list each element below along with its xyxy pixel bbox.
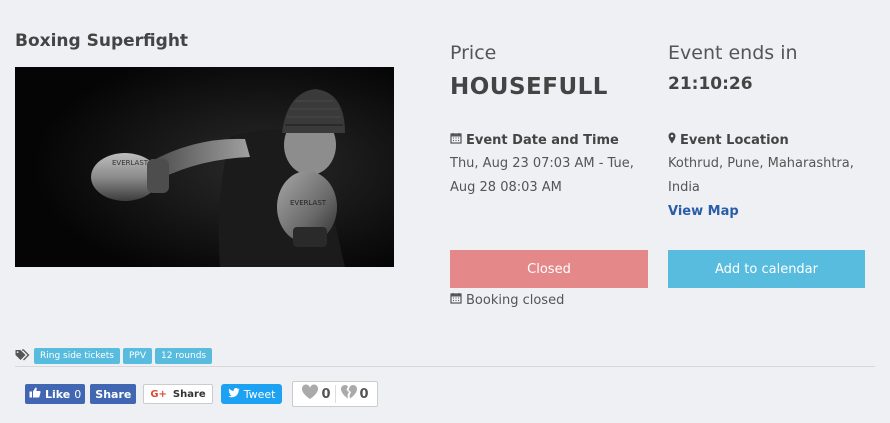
- date-heading-label: Event Date and Time: [466, 132, 619, 148]
- svg-text:EVERLAST: EVERLAST: [112, 159, 149, 167]
- date-heading: Event Date and Time: [450, 132, 619, 148]
- location-heading: Event Location: [668, 132, 789, 148]
- view-map-link[interactable]: View Map: [668, 204, 739, 219]
- booking-status-label: Booking closed: [466, 292, 565, 308]
- dislike-button[interactable]: 0: [336, 384, 373, 404]
- google-plus-icon: G+: [150, 388, 167, 400]
- location-text: Kothrud, Pune, Maharashtra, India: [668, 156, 854, 195]
- tag[interactable]: Ring side tickets: [34, 347, 120, 364]
- event-image: EVERLAST EVERLAST: [15, 67, 394, 267]
- facebook-like-label: Like: [45, 387, 71, 401]
- social-share-bar: Like 0 Share G+ Share Tweet 0 0: [25, 381, 378, 407]
- like-count: 0: [321, 386, 331, 402]
- price-value: HOUSEFULL: [450, 74, 608, 100]
- svg-text:EVERLAST: EVERLAST: [290, 199, 327, 207]
- tweet-button[interactable]: Tweet: [220, 384, 283, 404]
- calendar-icon: [450, 292, 462, 308]
- google-plus-share-label: Share: [172, 388, 206, 400]
- facebook-share-button[interactable]: Share: [90, 384, 137, 404]
- google-plus-share-button[interactable]: G+ Share: [143, 384, 213, 404]
- tweet-label: Tweet: [243, 387, 276, 401]
- twitter-bird-icon: [227, 387, 240, 401]
- tag[interactable]: PPV: [122, 347, 152, 364]
- map-marker-icon: [668, 132, 676, 148]
- countdown-timer: 21:10:26: [668, 74, 753, 94]
- tag-list: Ring side tickets PPV 12 rounds: [15, 346, 213, 365]
- tags-icon: [15, 346, 31, 365]
- closed-button[interactable]: Closed: [450, 250, 648, 288]
- broken-heart-icon: [340, 384, 358, 404]
- event-title: Boxing Superfight: [15, 31, 189, 51]
- add-to-calendar-button[interactable]: Add to calendar: [668, 250, 865, 288]
- countdown-label: Event ends in: [668, 42, 798, 64]
- booking-status: Booking closed: [450, 292, 564, 308]
- like-dislike-widget: 0 0: [292, 381, 378, 407]
- like-button[interactable]: 0: [297, 384, 334, 404]
- location-heading-label: Event Location: [680, 132, 789, 148]
- tag[interactable]: 12 rounds: [154, 347, 213, 364]
- date-text: Thu, Aug 23 07:03 AM - Tue, Aug 28 08:03…: [450, 156, 634, 195]
- facebook-like-button[interactable]: Like 0: [25, 384, 86, 404]
- heart-icon: [301, 384, 319, 404]
- facebook-like-count: 0: [74, 387, 82, 401]
- calendar-icon: [450, 132, 462, 148]
- price-label: Price: [450, 42, 497, 64]
- divider: [15, 366, 875, 367]
- thumbs-up-icon: [29, 387, 41, 401]
- dislike-count: 0: [359, 386, 369, 402]
